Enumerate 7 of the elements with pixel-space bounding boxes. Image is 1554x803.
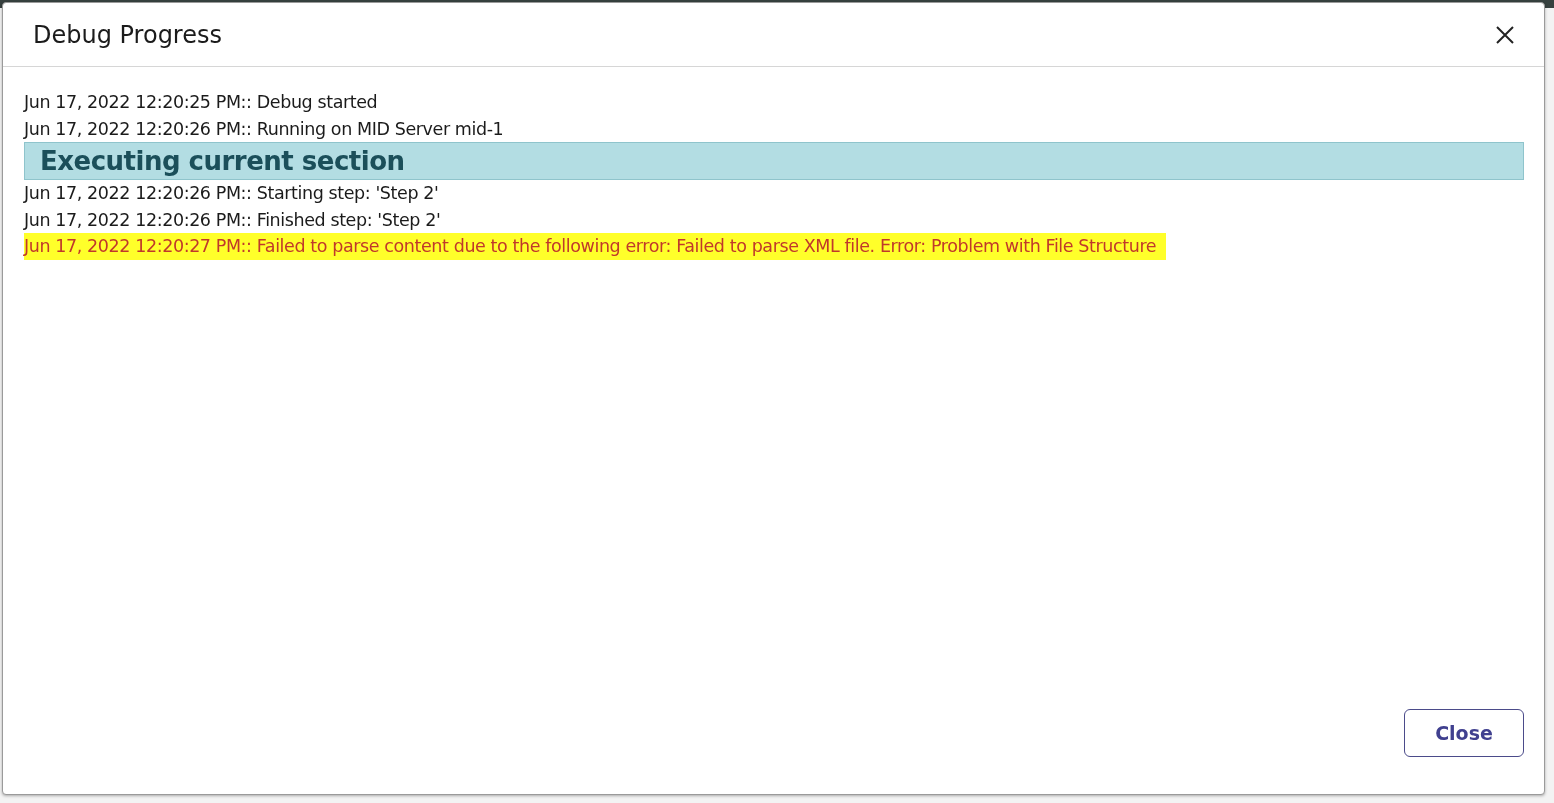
section-heading: Executing current section bbox=[24, 142, 1524, 180]
close-button[interactable]: Close bbox=[1404, 709, 1524, 757]
dialog-title: Debug Progress bbox=[33, 20, 222, 49]
log-line: Jun 17, 2022 12:20:26 PM:: Running on MID Server mid-1 bbox=[24, 117, 504, 141]
log-line: Jun 17, 2022 12:20:26 PM:: Starting step: 'Step 2' bbox=[24, 182, 439, 205]
log-line: Jun 17, 2022 12:20:26 PM:: Finished step: 'Step 2' bbox=[24, 208, 441, 232]
log-line: Jun 17, 2022 12:20:25 PM:: Debug started bbox=[24, 91, 378, 114]
